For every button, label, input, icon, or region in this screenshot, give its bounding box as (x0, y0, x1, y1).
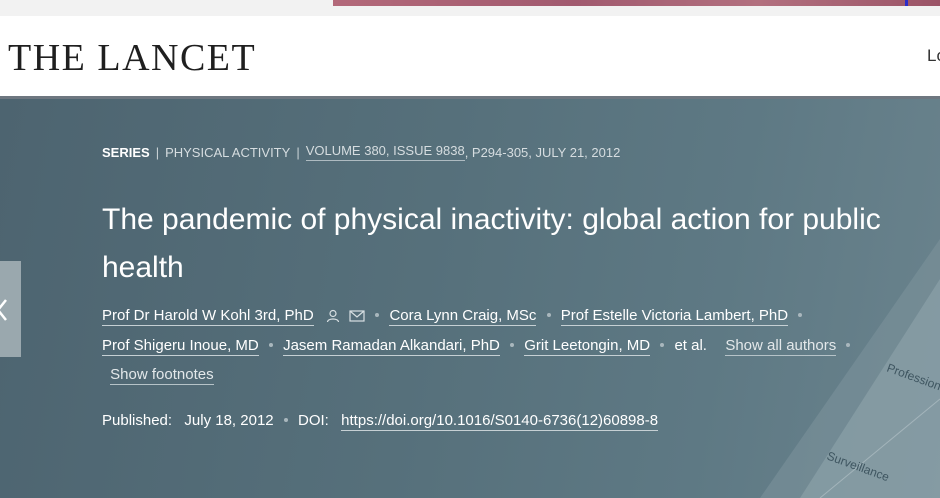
separator-dot (846, 342, 851, 347)
separator-dot (546, 312, 551, 317)
author-link[interactable]: Grit Leetongin, MD (524, 337, 651, 356)
author-link[interactable]: Prof Dr Harold W Kohl 3rd, PhD (102, 307, 314, 326)
publication-info: Published: July 18, 2012 DOI: https://do… (102, 412, 659, 431)
chevron-left-icon (0, 299, 7, 321)
separator-dot (268, 342, 273, 347)
top-strip (0, 0, 940, 16)
author-link[interactable]: Prof Shigeru Inoue, MD (102, 337, 259, 356)
person-icon[interactable] (326, 309, 340, 323)
series-section[interactable]: PHYSICAL ACTIVITY (165, 145, 290, 160)
separator: | (296, 144, 300, 160)
doi-link[interactable]: https://doi.org/10.1016/S0140-6736(12)60… (341, 412, 659, 431)
author-link[interactable]: Jasem Ramadan Alkandari, PhD (283, 337, 500, 356)
separator: | (155, 144, 160, 160)
author-link[interactable]: Cora Lynn Craig, MSc (389, 307, 537, 326)
article-type[interactable]: SERIES (102, 145, 150, 160)
published-date: July 18, 2012 (184, 412, 274, 429)
separator-dot (510, 342, 515, 347)
author-list-row-1: Prof Dr Harold W Kohl 3rd, PhD Cora Lynn… (102, 307, 902, 326)
author-list-row-3: Show footnotes (102, 366, 902, 385)
ad-banner[interactable] (333, 0, 940, 6)
article-title: The pandemic of physical inactivity: glo… (102, 203, 881, 284)
et-al-text: et al. (674, 337, 707, 354)
separator-dot (283, 417, 288, 422)
separator-dot (660, 342, 665, 347)
login-link[interactable]: Lo (927, 46, 940, 66)
site-header: THE LANCET Lo (0, 16, 940, 96)
author-link[interactable]: Prof Estelle Victoria Lambert, PhD (560, 307, 789, 326)
doi-label: DOI: (297, 412, 329, 429)
separator-dot (798, 312, 803, 317)
author-list-row-2: Prof Shigeru Inoue, MD Jasem Ramadan Alk… (102, 337, 902, 356)
show-footnotes-link[interactable]: Show footnotes (110, 366, 214, 385)
show-all-authors-link[interactable]: Show all authors (725, 337, 837, 356)
separator-dot (375, 312, 380, 317)
lancet-logo[interactable]: THE LANCET (8, 36, 256, 80)
published-label: Published: (102, 412, 173, 429)
pages-date: , P294-305, JULY 21, 2012 (464, 144, 621, 160)
article-breadcrumb: SERIES | PHYSICAL ACTIVITY | VOLUME 380,… (102, 143, 620, 161)
volume-issue-link[interactable]: VOLUME 380, ISSUE 9838 (305, 143, 465, 161)
email-icon[interactable] (349, 310, 365, 322)
previous-article-tab[interactable] (0, 261, 21, 357)
